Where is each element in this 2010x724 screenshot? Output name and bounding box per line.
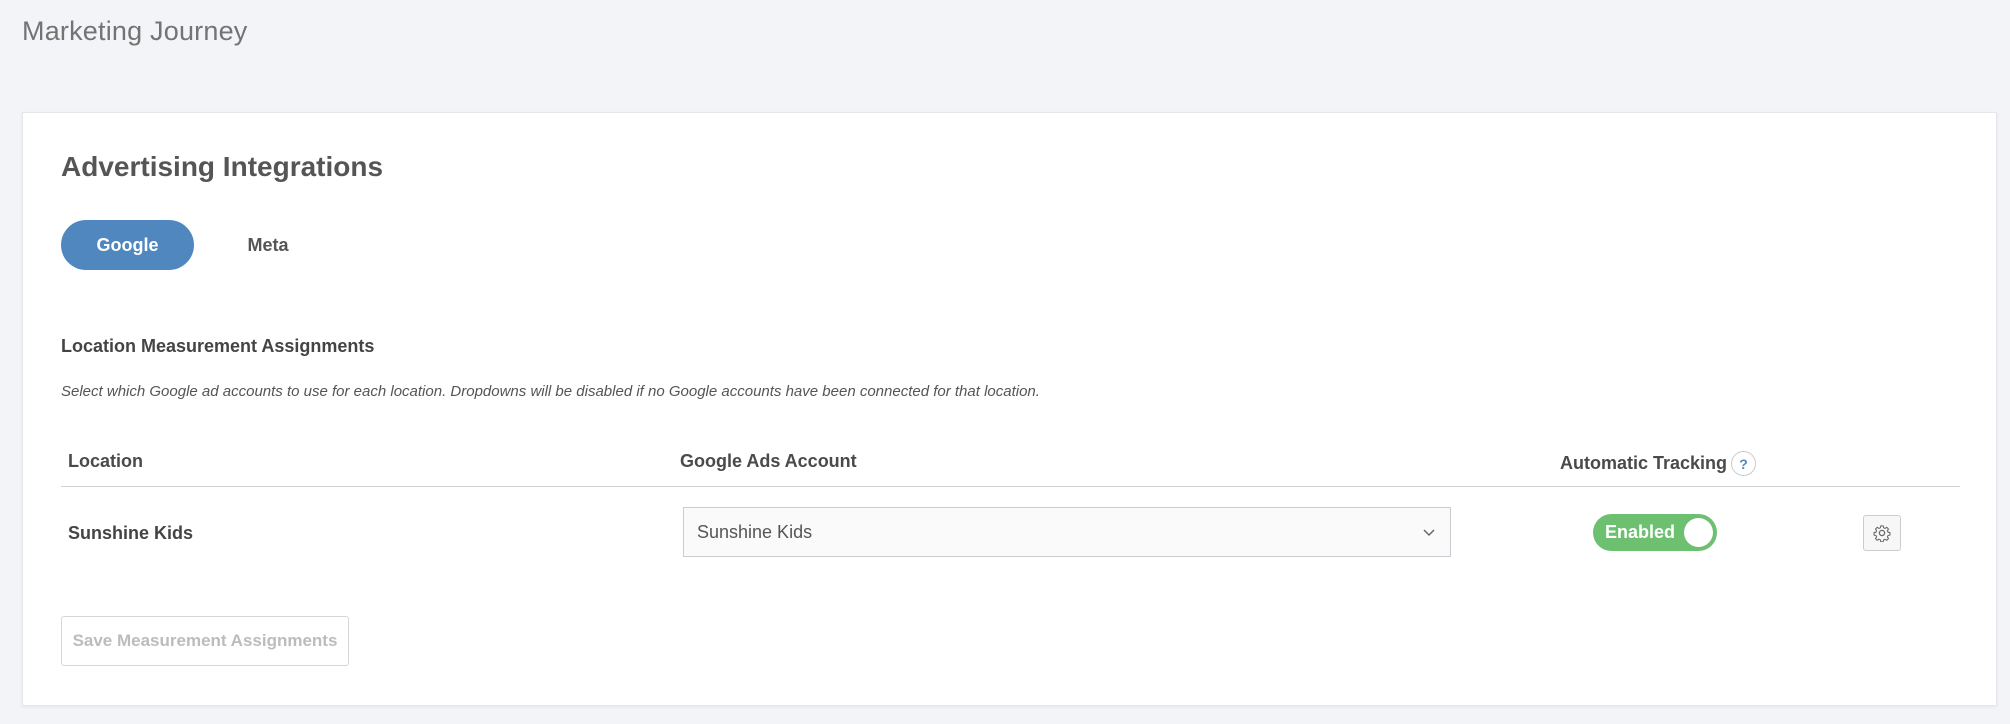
toggle-label: Enabled — [1605, 522, 1676, 542]
gear-icon — [1873, 525, 1891, 542]
save-measurement-assignments-button[interactable]: Save Measurement Assignments — [61, 616, 349, 666]
page-title: Marketing Journey — [22, 16, 248, 46]
location-settings-button[interactable] — [1863, 515, 1901, 551]
toggle-knob — [1684, 518, 1713, 547]
tab-meta[interactable]: Meta — [194, 220, 342, 270]
select-value: Sunshine Kids — [697, 521, 813, 542]
section-title: Location Measurement Assignments — [61, 336, 375, 356]
integration-tabs: Google Meta — [61, 220, 342, 270]
automatic-tracking-toggle[interactable]: Enabled — [1593, 514, 1717, 551]
header-automatic-tracking: Automatic Tracking ? — [1560, 451, 1757, 476]
header-location: Location — [68, 451, 143, 471]
question-circle-icon[interactable]: ? — [1731, 451, 1757, 476]
advertising-integrations-card: Advertising Integrations Google Meta Loc… — [22, 112, 1997, 706]
card-title: Advertising Integrations — [61, 151, 384, 182]
chevron-down-icon — [1423, 529, 1435, 537]
table-row: Sunshine Kids Sunshine Kids Enabled — [61, 487, 1960, 587]
section-description: Select which Google ad accounts to use f… — [61, 383, 1040, 400]
row-location-name: Sunshine Kids — [68, 523, 194, 543]
header-automatic-tracking-label: Automatic Tracking — [1560, 453, 1728, 473]
table-header: Location Google Ads Account Automatic Tr… — [61, 443, 1960, 487]
tab-google[interactable]: Google — [61, 220, 194, 270]
header-google-ads-account: Google Ads Account — [680, 451, 857, 471]
google-ads-account-select[interactable]: Sunshine Kids — [683, 507, 1451, 557]
assignments-table: Location Google Ads Account Automatic Tr… — [61, 443, 1960, 587]
